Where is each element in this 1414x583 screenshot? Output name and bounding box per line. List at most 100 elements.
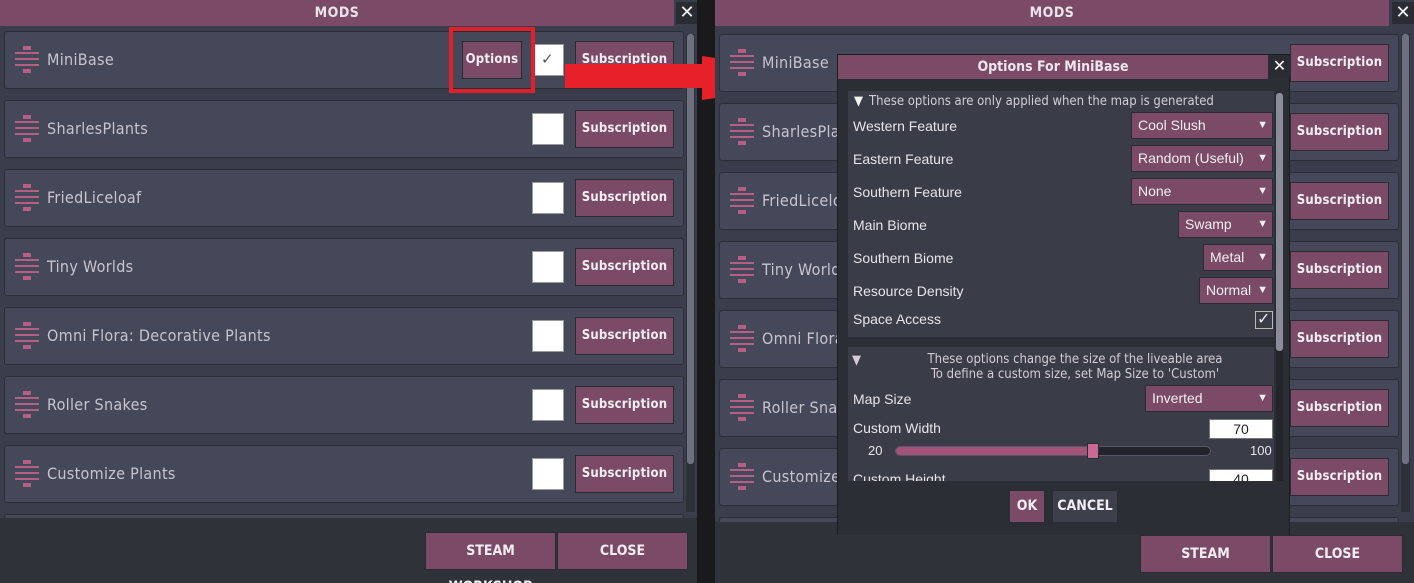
subscription-button[interactable]: Subscription bbox=[575, 179, 674, 217]
drag-handle-icon[interactable] bbox=[15, 115, 39, 142]
space-access-checkbox[interactable]: ✓ bbox=[1255, 309, 1273, 329]
drag-handle-icon[interactable] bbox=[730, 187, 754, 214]
option-dropdown[interactable]: Cool Slush ▼ bbox=[1131, 112, 1273, 139]
option-dropdown[interactable]: Swamp ▼ bbox=[1178, 211, 1273, 238]
subscription-button[interactable]: Subscription bbox=[1290, 44, 1389, 82]
drag-handle-line bbox=[15, 196, 39, 198]
drag-handle-icon[interactable] bbox=[15, 460, 39, 487]
collapse-arrow-icon[interactable]: ▼ bbox=[852, 353, 861, 368]
option-dropdown[interactable]: Metal ▼ bbox=[1203, 244, 1273, 271]
drag-handle-icon[interactable] bbox=[730, 256, 754, 283]
mod-enable-checkbox[interactable] bbox=[532, 320, 564, 352]
drag-handle-line bbox=[730, 337, 754, 339]
option-dropdown[interactable]: Random (Useful) ▼ bbox=[1131, 145, 1273, 172]
drag-handle-icon[interactable] bbox=[15, 322, 39, 349]
subscription-button[interactable]: Subscription bbox=[575, 110, 674, 148]
close-icon[interactable]: ✕ bbox=[1269, 56, 1290, 77]
close-button[interactable]: CLOSE bbox=[557, 532, 688, 570]
mod-enable-checkbox[interactable] bbox=[532, 389, 564, 421]
drag-handle-up bbox=[23, 391, 31, 395]
subscription-button[interactable]: Subscription bbox=[1290, 182, 1389, 220]
close-icon[interactable]: ✕ bbox=[1392, 2, 1414, 24]
collapse-arrow-icon[interactable]: ▼ bbox=[854, 94, 863, 109]
mod-name: FriedLiceloaf bbox=[47, 188, 142, 207]
mod-name: FriedLicelo bbox=[762, 191, 842, 210]
mod-name: SharlesPla bbox=[762, 122, 840, 141]
drag-handle-down bbox=[738, 210, 746, 214]
drag-handle-line bbox=[15, 127, 39, 129]
map-size-dropdown[interactable]: Inverted ▼ bbox=[1145, 385, 1273, 412]
subscription-button[interactable]: Subscription bbox=[1290, 251, 1389, 289]
dialog-scrollbar[interactable] bbox=[1276, 93, 1283, 513]
mod-row: Tiny Worlds Subscription bbox=[4, 238, 684, 296]
drag-handle-line bbox=[730, 67, 754, 69]
drag-handle-line bbox=[15, 340, 39, 342]
mod-enable-checkbox[interactable] bbox=[532, 182, 564, 214]
chevron-down-icon: ▼ bbox=[1257, 152, 1268, 164]
mods-scrollbar-thumb[interactable] bbox=[687, 34, 694, 464]
option-dropdown[interactable]: Normal ▼ bbox=[1199, 277, 1273, 304]
custom-width-slider[interactable] bbox=[895, 446, 1211, 456]
drag-handle-line bbox=[730, 469, 754, 471]
subscription-button[interactable]: Subscription bbox=[575, 248, 674, 286]
mod-enable-checkbox[interactable]: ✓ bbox=[532, 44, 564, 76]
drag-handle-icon[interactable] bbox=[15, 253, 39, 280]
option-value: Metal bbox=[1210, 249, 1245, 265]
subscription-button[interactable]: Subscription bbox=[575, 455, 674, 493]
mod-enable-checkbox[interactable] bbox=[532, 251, 564, 283]
drag-handle-icon[interactable] bbox=[15, 46, 39, 73]
chevron-down-icon: ▼ bbox=[1257, 185, 1268, 197]
drag-handle-icon[interactable] bbox=[730, 325, 754, 352]
drag-handle-up bbox=[23, 253, 31, 257]
subscription-button[interactable]: Subscription bbox=[575, 317, 674, 355]
subscription-button[interactable]: Subscription bbox=[1290, 458, 1389, 496]
drag-handle-icon[interactable] bbox=[730, 49, 754, 76]
ok-button[interactable]: OK bbox=[1009, 490, 1045, 523]
red-arrow-shaft bbox=[565, 64, 705, 88]
drag-handle-line bbox=[730, 61, 754, 63]
steam-workshop-button[interactable]: STEAM WORKSHOP bbox=[1140, 535, 1271, 583]
section-header-line2: To define a custom size, set Map Size to… bbox=[930, 367, 1220, 382]
drag-handle-line bbox=[730, 55, 754, 57]
mod-name: MiniBase bbox=[762, 53, 830, 72]
chevron-down-icon: ▼ bbox=[1257, 392, 1268, 404]
close-button[interactable]: CLOSE bbox=[1272, 535, 1403, 573]
drag-handle-icon[interactable] bbox=[730, 118, 754, 145]
mods-scrollbar-thumb[interactable] bbox=[1402, 34, 1409, 464]
subscription-button[interactable]: Subscription bbox=[1290, 389, 1389, 427]
mod-enable-checkbox[interactable] bbox=[532, 458, 564, 490]
cancel-button[interactable]: CANCEL bbox=[1052, 490, 1118, 523]
mod-name: MiniBase bbox=[47, 50, 115, 69]
mods-scrollbar[interactable] bbox=[686, 34, 695, 512]
dialog-scrollbar-thumb[interactable] bbox=[1276, 93, 1283, 351]
mod-name: Omni Flora: Decorative Plants bbox=[47, 326, 271, 345]
drag-handle-icon[interactable] bbox=[15, 391, 39, 418]
option-dropdown[interactable]: None ▼ bbox=[1131, 178, 1273, 205]
slider-handle[interactable] bbox=[1086, 443, 1099, 459]
custom-height-input[interactable]: 40 bbox=[1209, 469, 1273, 481]
option-value: None bbox=[1138, 183, 1172, 199]
subscription-button[interactable]: Subscription bbox=[1290, 113, 1389, 151]
mod-name: Customize bbox=[762, 467, 841, 486]
drag-handle-icon[interactable] bbox=[730, 394, 754, 421]
chevron-down-icon: ▼ bbox=[1257, 218, 1268, 230]
drag-handle-down bbox=[738, 417, 746, 421]
drag-handle-up bbox=[738, 325, 746, 329]
drag-handle-line bbox=[15, 133, 39, 135]
section-header[interactable]: ▼ These options are only applied when the… bbox=[854, 94, 1214, 109]
drag-handle-icon[interactable] bbox=[15, 184, 39, 211]
drag-handle-icon[interactable] bbox=[730, 463, 754, 490]
mod-name: Omni Flora bbox=[762, 329, 844, 348]
custom-width-input[interactable]: 70 bbox=[1209, 419, 1273, 439]
option-label: Southern Biome bbox=[853, 250, 954, 266]
mod-enable-checkbox[interactable] bbox=[532, 113, 564, 145]
close-icon[interactable]: ✕ bbox=[676, 2, 697, 24]
subscription-button[interactable]: Subscription bbox=[575, 386, 674, 424]
subscription-button[interactable]: Subscription bbox=[1290, 320, 1389, 358]
drag-handle-down bbox=[23, 69, 31, 73]
mods-scrollbar[interactable] bbox=[1401, 34, 1410, 512]
drag-handle-line bbox=[730, 268, 754, 270]
mod-name: Tiny World bbox=[762, 260, 841, 279]
option-label: Eastern Feature bbox=[853, 151, 954, 167]
steam-workshop-button[interactable]: STEAM WORKSHOP bbox=[425, 532, 556, 583]
